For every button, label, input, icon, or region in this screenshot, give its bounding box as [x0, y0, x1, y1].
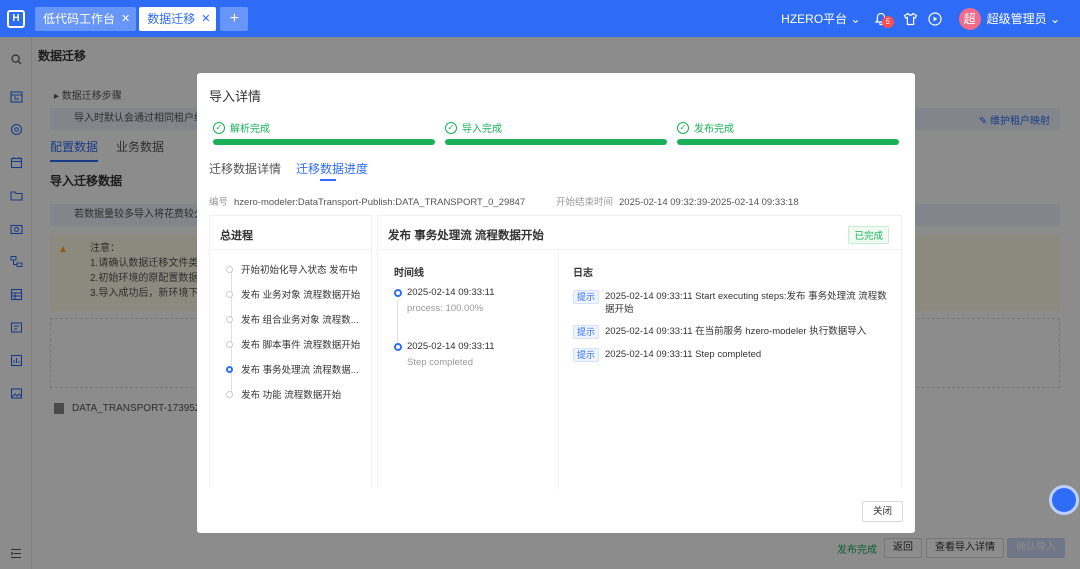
overall-progress-panel: 总进程 开始初始化导入状态 发布中 发布 业务对象 流程数据开始 发布 组合业务… — [209, 215, 372, 488]
timeline-time: 2025-02-14 09:33:11 — [407, 287, 495, 298]
time-range-value: 2025-02-14 09:32:39-2025-02-14 09:33:18 — [619, 197, 799, 208]
progress-item-label: 发布 脚本事件 流程数据开始 — [241, 340, 361, 351]
phase-label: 导入完成 — [462, 124, 502, 135]
chevron-down-icon: ⌄ — [850, 12, 861, 26]
tab-label: 低代码工作台 — [43, 12, 116, 26]
log-text: 2025-02-14 09:33:11 在当前服务 hzero-modeler … — [605, 326, 867, 337]
log-level-tag: 提示 — [573, 348, 600, 362]
add-tab-button[interactable]: + — [220, 6, 249, 31]
plus-icon: + — [229, 9, 240, 27]
timeline-dot — [394, 343, 402, 351]
phase-progress-bar — [677, 139, 899, 145]
phase-label: 发布完成 — [694, 124, 734, 135]
top-bar: H 低代码工作台 ✕ 数据迁移 ✕ + HZERO平台 ⌄ 5 超 超级管理员 … — [0, 0, 1080, 37]
timeline-title: 时间线 — [394, 268, 424, 279]
log-entry: 提示 2025-02-14 09:33:11 Start executing s… — [573, 290, 893, 316]
shirt-icon[interactable] — [903, 11, 919, 27]
step-dot — [226, 365, 233, 373]
username-label: 超级管理员 — [986, 12, 1047, 26]
timeline-desc: process: 100.00% — [407, 303, 484, 314]
close-icon[interactable]: ✕ — [121, 12, 130, 25]
progress-item[interactable]: 发布 业务对象 流程数据开始 — [226, 287, 360, 301]
step-detail-panel: 发布 事务处理流 流程数据开始 已完成 时间线 2025-02-14 09:33… — [377, 215, 902, 489]
progress-item-label: 发布 功能 流程数据开始 — [241, 390, 342, 401]
task-id-label: 编号 — [209, 197, 229, 208]
play-circle-icon[interactable] — [927, 11, 943, 27]
timeline-desc: Step completed — [407, 357, 474, 368]
platform-label: HZERO平台 — [781, 12, 848, 26]
progress-item-label: 发布 事务处理流 流程数据... — [241, 365, 359, 376]
task-id-value: hzero-modeler:DataTransport-Publish:DATA… — [234, 197, 526, 208]
bell-icon[interactable]: 5 — [873, 11, 895, 28]
step-dot — [226, 265, 233, 273]
progress-item[interactable]: 发布 组合业务对象 流程数... — [226, 312, 359, 326]
step-dot — [226, 390, 233, 398]
time-range-label: 开始结束时间 — [556, 197, 614, 208]
username-menu[interactable]: 超级管理员 ⌄ — [987, 10, 1060, 27]
status-badge: 已完成 — [848, 226, 889, 244]
phase-import: ✓ 导入完成 — [445, 120, 667, 145]
log-level-tag: 提示 — [573, 325, 600, 339]
timeline-column — [378, 249, 559, 489]
check-circle-icon: ✓ — [677, 121, 689, 134]
log-entry: 提示 2025-02-14 09:33:11 在当前服务 hzero-model… — [573, 325, 893, 339]
chevron-down-icon: ⌄ — [1049, 12, 1060, 26]
step-dot — [226, 315, 233, 323]
progress-item[interactable]: 发布 脚本事件 流程数据开始 — [226, 337, 360, 351]
check-circle-icon: ✓ — [213, 121, 225, 134]
time-range: 开始结束时间 2025-02-14 09:32:39-2025-02-14 09:… — [556, 194, 799, 208]
tab-migration-details[interactable]: 迁移数据详情 — [209, 160, 281, 177]
step-dot — [226, 290, 233, 298]
phase-parse: ✓ 解析完成 — [213, 120, 435, 145]
modal-title: 导入详情 — [209, 89, 262, 104]
avatar[interactable]: 超 — [958, 7, 981, 30]
help-chat-icon[interactable] — [1049, 485, 1079, 515]
timeline-dot — [394, 289, 402, 297]
log-text: 2025-02-14 09:33:11 Step completed — [605, 349, 762, 360]
tab-migration-progress[interactable]: 迁移数据进度 — [296, 160, 368, 177]
progress-item-label: 发布 组合业务对象 流程数... — [241, 315, 359, 326]
check-circle-icon: ✓ — [445, 121, 457, 134]
tab-label: 数据迁移 — [147, 12, 196, 26]
tab-ink-bar — [320, 179, 336, 181]
tab-lowcode-workbench[interactable]: 低代码工作台 ✕ — [35, 6, 137, 31]
phase-progress-bar — [213, 139, 435, 145]
close-icon[interactable]: ✕ — [201, 12, 210, 25]
phase-progress-bar — [445, 139, 667, 145]
tab-data-migration[interactable]: 数据迁移 ✕ — [139, 6, 217, 31]
progress-item[interactable]: 开始初始化导入状态 发布中 — [226, 262, 358, 276]
notification-badge: 5 — [881, 15, 895, 28]
log-text: 2025-02-14 09:33:11 Start executing step… — [605, 291, 887, 315]
panel-title: 总进程 — [220, 230, 253, 242]
phase-publish: ✓ 发布完成 — [677, 120, 899, 145]
timeline-time: 2025-02-14 09:33:11 — [407, 341, 495, 352]
task-id: 编号 hzero-modeler:DataTransport-Publish:DA… — [209, 194, 525, 208]
log-title: 日志 — [573, 268, 593, 279]
phase-label: 解析完成 — [230, 124, 270, 135]
progress-item-label: 发布 业务对象 流程数据开始 — [241, 290, 361, 301]
log-entry: 提示 2025-02-14 09:33:11 Step completed — [573, 348, 893, 362]
progress-item-active[interactable]: 发布 事务处理流 流程数据... — [226, 362, 359, 376]
logo-icon: H — [7, 9, 25, 28]
progress-item-label: 开始初始化导入状态 发布中 — [241, 265, 358, 276]
step-dot — [226, 340, 233, 348]
app-logo[interactable]: H — [0, 0, 32, 37]
log-level-tag: 提示 — [573, 290, 600, 304]
platform-switcher[interactable]: HZERO平台 ⌄ — [781, 10, 860, 27]
step-title: 发布 事务处理流 流程数据开始 — [388, 230, 544, 242]
import-details-modal: 导入详情 ✓ 解析完成 ✓ 导入完成 ✓ 发布完成 迁移数据详情 迁移数据进度 编号 h… — [197, 73, 915, 533]
progress-item[interactable]: 发布 功能 流程数据开始 — [226, 387, 341, 401]
close-button[interactable]: 关闭 — [861, 501, 903, 522]
